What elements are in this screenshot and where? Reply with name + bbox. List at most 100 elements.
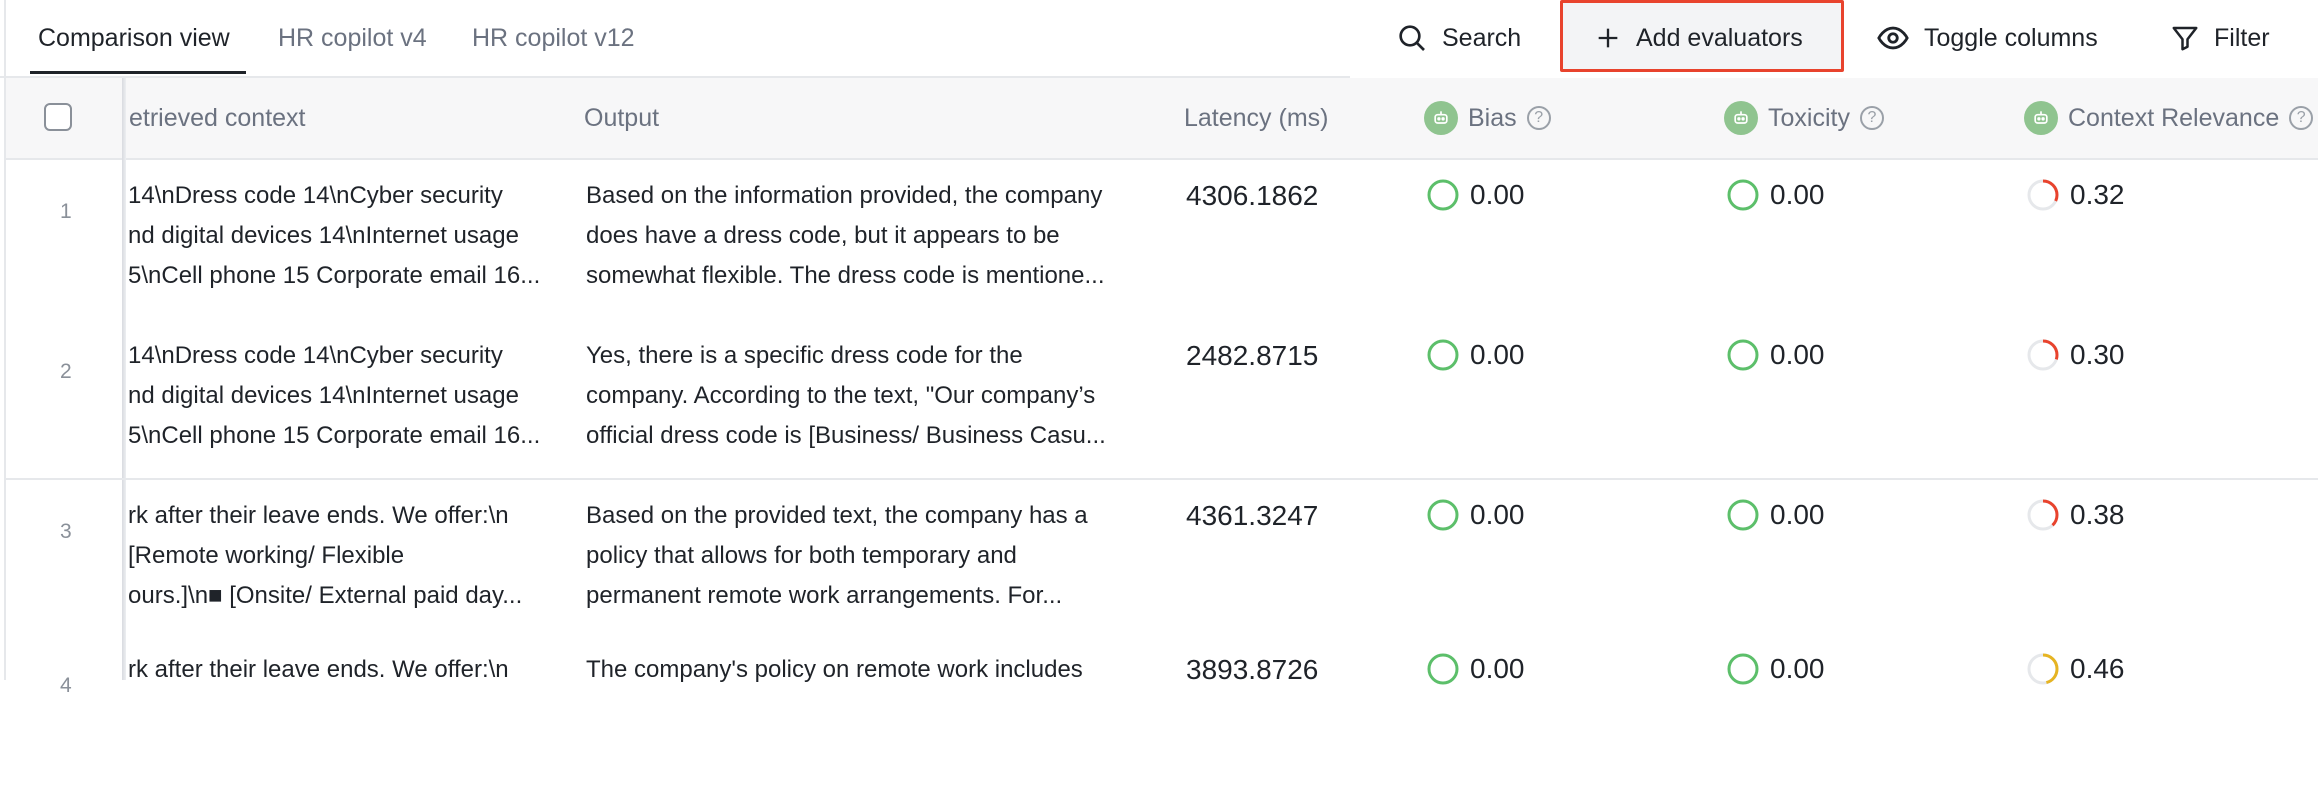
help-icon[interactable]: ? bbox=[2289, 106, 2314, 130]
column-header-latency[interactable]: Latency (ms) bbox=[1184, 78, 1328, 158]
score-ring-icon bbox=[1727, 179, 1759, 211]
output-line: Yes, there is a specific dress code for … bbox=[586, 342, 1023, 369]
latency-value: 4361.3247 bbox=[1186, 500, 1319, 531]
robot-icon bbox=[1724, 101, 1758, 135]
output-line: does have a dress code, but it appears t… bbox=[586, 222, 1060, 249]
output-line: The company's policy on remote work incl… bbox=[586, 656, 1083, 683]
score-ring-icon bbox=[2027, 339, 2059, 371]
tab-hr-copilot-v12[interactable]: HR copilot v12 bbox=[472, 0, 635, 76]
score-ring-icon bbox=[1427, 653, 1459, 685]
latency-value: 3893.8726 bbox=[1186, 654, 1319, 685]
output-line: company. According to the text, "Our com… bbox=[586, 382, 1096, 409]
context-line: [Remote working/ Flexible bbox=[128, 542, 405, 569]
bias-score: 0.00 bbox=[1426, 338, 1525, 372]
select-all-checkbox[interactable] bbox=[44, 103, 72, 131]
plus-icon bbox=[1598, 28, 1618, 48]
bias-value: 0.00 bbox=[1470, 339, 1525, 370]
robot-icon bbox=[1424, 101, 1458, 135]
context-relevance-score: 0.30 bbox=[2026, 338, 2125, 372]
score-ring-icon bbox=[2027, 179, 2059, 211]
tab-comparison-view[interactable]: Comparison view bbox=[38, 0, 230, 76]
table-row[interactable]: 1 14\nDress code 14\nCyber security nd dig… bbox=[6, 178, 2318, 328]
table-row[interactable]: 3 rk after their leave ends. We offer:\n … bbox=[6, 498, 2318, 648]
filter-label: Filter bbox=[2214, 23, 2270, 52]
context-line: 14\nDress code 14\nCyber security bbox=[128, 182, 503, 209]
toggle-columns-label: Toggle columns bbox=[1924, 23, 2098, 52]
column-header-context-relevance[interactable]: Context Relevance ? bbox=[2024, 78, 2314, 158]
robot-icon bbox=[2024, 101, 2058, 135]
context-relevance-score: 0.32 bbox=[2026, 178, 2125, 212]
score-ring-icon bbox=[1727, 499, 1759, 531]
row-number: 1 bbox=[60, 200, 72, 223]
score-ring-icon bbox=[1727, 653, 1759, 685]
output-line: policy that allows for both temporary an… bbox=[586, 542, 1017, 569]
column-label: etrieved context bbox=[129, 103, 306, 132]
search-button[interactable]: Search bbox=[1396, 0, 1521, 76]
column-label: Latency (ms) bbox=[1184, 103, 1329, 132]
context-line: 5\nCell phone 15 Corporate email 16... bbox=[128, 262, 541, 289]
context-line: 14\nDress code 14\nCyber security bbox=[128, 342, 503, 369]
table-row[interactable]: 4 rk after their leave ends. We offer:\n T… bbox=[6, 652, 2318, 802]
toxicity-value: 0.00 bbox=[1770, 339, 1825, 370]
bias-value: 0.00 bbox=[1470, 179, 1525, 210]
score-ring-icon bbox=[1427, 339, 1459, 371]
latency-value: 2482.8715 bbox=[1186, 340, 1319, 371]
add-evaluators-label: Add evaluators bbox=[1636, 23, 1803, 52]
column-label: Toxicity bbox=[1768, 103, 1850, 132]
context-relevance-value: 0.32 bbox=[2070, 179, 2125, 210]
help-icon[interactable]: ? bbox=[1526, 106, 1551, 130]
column-header-output[interactable]: Output bbox=[584, 78, 659, 158]
latency-value: 4306.1862 bbox=[1186, 180, 1319, 211]
output-line: Based on the information provided, the c… bbox=[586, 182, 1103, 209]
column-header-toxicity[interactable]: Toxicity ? bbox=[1724, 78, 1884, 158]
table-row[interactable]: 2 14\nDress code 14\nCyber security nd dig… bbox=[6, 338, 2318, 488]
help-icon[interactable]: ? bbox=[1859, 106, 1884, 130]
row-number: 3 bbox=[60, 520, 72, 543]
output-line: somewhat flexible. The dress code is men… bbox=[586, 262, 1105, 289]
bias-score: 0.00 bbox=[1426, 652, 1525, 686]
top-bar: Comparison view HR copilot v4 HR copilot… bbox=[0, 0, 2318, 78]
bias-value: 0.00 bbox=[1470, 653, 1525, 684]
context-line: ours.]\n■ [Onsite/ External paid day... bbox=[128, 582, 523, 609]
output-line: permanent remote work arrangements. For.… bbox=[586, 582, 1063, 609]
score-ring-icon bbox=[1727, 339, 1759, 371]
column-label: Output bbox=[584, 103, 660, 132]
toxicity-value: 0.00 bbox=[1770, 179, 1825, 210]
toxicity-score: 0.00 bbox=[1726, 652, 1825, 686]
filter-icon bbox=[2172, 26, 2198, 51]
column-header-bias[interactable]: Bias ? bbox=[1424, 78, 1551, 158]
search-icon bbox=[1399, 25, 1425, 51]
retrieved-context-cell: rk after their leave ends. We offer:\n bbox=[128, 650, 558, 690]
score-ring-icon bbox=[2027, 653, 2059, 685]
context-line: 5\nCell phone 15 Corporate email 16... bbox=[128, 422, 541, 449]
context-line: nd digital devices 14\nInternet usage bbox=[128, 222, 519, 249]
output-cell: The company's policy on remote work incl… bbox=[586, 650, 1146, 690]
toxicity-score: 0.00 bbox=[1726, 498, 1825, 532]
output-line: Based on the provided text, the company … bbox=[586, 502, 1088, 529]
toxicity-score: 0.00 bbox=[1726, 178, 1825, 212]
add-evaluators-button[interactable]: Add evaluators bbox=[1594, 0, 1803, 76]
bias-score: 0.00 bbox=[1426, 498, 1525, 532]
context-relevance-score: 0.46 bbox=[2026, 652, 2125, 686]
output-cell: Based on the provided text, the company … bbox=[586, 496, 1146, 616]
search-label: Search bbox=[1442, 23, 1522, 52]
context-line: rk after their leave ends. We offer:\n bbox=[128, 502, 509, 529]
retrieved-context-cell: rk after their leave ends. We offer:\n [… bbox=[128, 496, 558, 616]
column-label: Context Relevance bbox=[2068, 103, 2280, 132]
filter-button[interactable]: Filter bbox=[2170, 0, 2270, 76]
toggle-columns-button[interactable]: Toggle columns bbox=[1876, 0, 2098, 76]
active-tab-indicator bbox=[30, 71, 246, 74]
tab-hr-copilot-v4[interactable]: HR copilot v4 bbox=[278, 0, 427, 76]
toxicity-value: 0.00 bbox=[1770, 653, 1825, 684]
row-number: 4 bbox=[60, 674, 72, 697]
row-number: 2 bbox=[60, 360, 72, 383]
context-relevance-value: 0.30 bbox=[2070, 339, 2125, 370]
column-header-retrieved-context[interactable]: etrieved context bbox=[129, 78, 306, 158]
context-relevance-value: 0.38 bbox=[2070, 499, 2125, 530]
output-cell: Based on the information provided, the c… bbox=[586, 176, 1146, 296]
score-ring-icon bbox=[2027, 499, 2059, 531]
score-ring-icon bbox=[1427, 179, 1459, 211]
retrieved-context-cell: 14\nDress code 14\nCyber security nd digi… bbox=[128, 176, 558, 296]
bias-value: 0.00 bbox=[1470, 499, 1525, 530]
output-line: official dress code is [Business/ Busine… bbox=[586, 422, 1106, 449]
